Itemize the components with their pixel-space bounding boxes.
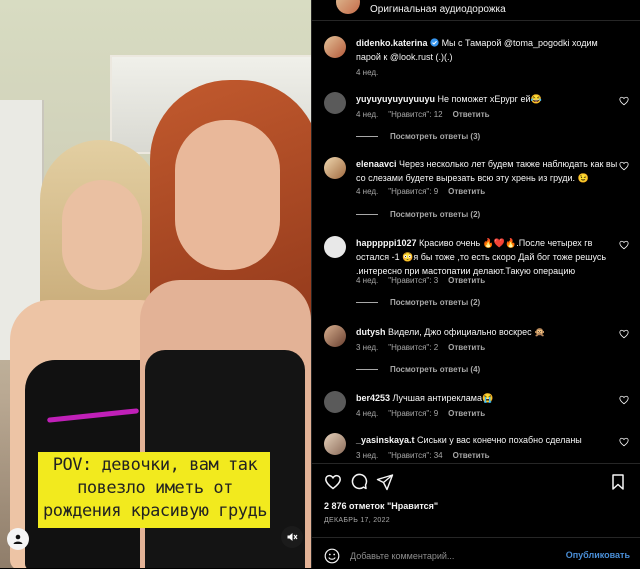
mute-button[interactable] xyxy=(281,526,303,548)
post-time: 4 нед. xyxy=(356,68,379,77)
bookmark-icon[interactable] xyxy=(609,473,627,491)
view-replies-button[interactable]: Посмотреть ответы (2) xyxy=(356,298,480,307)
speaker-muted-icon xyxy=(287,533,298,541)
post-date: ДЕКАБРЬ 17, 2022 xyxy=(324,517,391,524)
avatar[interactable] xyxy=(324,36,346,58)
user-icon xyxy=(13,534,23,544)
comment-time: 3 нед. xyxy=(356,451,379,460)
avatar[interactable] xyxy=(324,157,346,179)
comment-icon[interactable] xyxy=(350,473,368,491)
comment-username[interactable]: yuyuyuyuyuyuuyu xyxy=(356,94,435,104)
comment-time: 4 нед. xyxy=(356,187,379,196)
comment-likes[interactable]: "Нравится": 9 xyxy=(388,409,438,418)
comment-time: 4 нед. xyxy=(356,110,379,119)
video-player[interactable]: POV: девочки, вам так повезло иметь от р… xyxy=(0,0,311,568)
comment-username[interactable]: ber4253 xyxy=(356,393,390,403)
comment-text: Не поможет хЕрург ей😂 xyxy=(435,94,542,104)
comment-username[interactable]: happpppi1027 xyxy=(356,238,417,248)
comment-username[interactable]: dutysh xyxy=(356,327,386,337)
comment-likes[interactable]: "Нравится": 9 xyxy=(388,187,438,196)
comment-text: Сиськи у вас конечно похабно сделаны xyxy=(414,435,582,445)
like-heart-icon[interactable] xyxy=(324,473,342,491)
comment-username[interactable]: _yasinskaya.t xyxy=(356,435,415,445)
tagged-user-button[interactable] xyxy=(7,528,29,550)
verified-badge-icon xyxy=(430,38,439,47)
reply-button[interactable]: Ответить xyxy=(453,110,490,119)
comment-time: 3 нед. xyxy=(356,343,379,352)
heart-icon[interactable] xyxy=(619,437,629,447)
publish-button[interactable]: Опубликовать xyxy=(566,550,630,560)
share-icon[interactable] xyxy=(376,473,394,491)
audio-avatar xyxy=(336,0,360,14)
avatar[interactable] xyxy=(324,325,346,347)
avatar[interactable] xyxy=(324,391,346,413)
reply-button[interactable]: Ответить xyxy=(448,276,485,285)
view-replies-button[interactable]: Посмотреть ответы (3) xyxy=(356,132,480,141)
post-username[interactable]: didenko.katerina xyxy=(356,38,428,48)
heart-icon[interactable] xyxy=(619,161,629,171)
heart-icon[interactable] xyxy=(619,96,629,106)
view-replies-button[interactable]: Посмотреть ответы (4) xyxy=(356,365,480,374)
comment-likes[interactable]: "Нравится": 2 xyxy=(388,343,438,352)
comment-likes[interactable]: "Нравится": 12 xyxy=(388,110,442,119)
instagram-post-viewer: POV: девочки, вам так повезло иметь от р… xyxy=(0,0,640,568)
reply-button[interactable]: Ответить xyxy=(448,343,485,352)
audio-track-row[interactable]: Оригинальная аудиодорожка xyxy=(326,0,636,18)
avatar[interactable] xyxy=(324,92,346,114)
reply-button[interactable]: Ответить xyxy=(448,409,485,418)
comment-input[interactable] xyxy=(348,546,552,566)
video-caption: POV: девочки, вам так повезло иметь от р… xyxy=(43,455,267,521)
emoji-icon[interactable] xyxy=(324,548,340,564)
view-replies-button[interactable]: Посмотреть ответы (2) xyxy=(356,210,480,219)
avatar[interactable] xyxy=(324,433,346,455)
post-action-bar xyxy=(324,473,629,493)
comment-time: 4 нед. xyxy=(356,276,379,285)
comment-likes[interactable]: "Нравится": 3 xyxy=(388,276,438,285)
heart-icon[interactable] xyxy=(619,329,629,339)
comment-time: 4 нед. xyxy=(356,409,379,418)
divider xyxy=(312,20,640,21)
comment-text: Лучшая антиреклама😭 xyxy=(390,393,494,403)
divider xyxy=(312,463,640,464)
comment-likes[interactable]: "Нравится": 34 xyxy=(388,451,442,460)
reply-button[interactable]: Ответить xyxy=(453,451,490,460)
comment-text: Видели, Джо официально воскрес 🙊 xyxy=(385,327,546,337)
comment-username[interactable]: elenaavci xyxy=(356,159,397,169)
comments-panel: Оригинальная аудиодорожка didenko.kateri… xyxy=(311,0,640,568)
likes-count[interactable]: 2 876 отметок "Нравится" xyxy=(324,501,438,511)
reply-button[interactable]: Ответить xyxy=(448,187,485,196)
avatar[interactable] xyxy=(324,236,346,258)
audio-track-label: Оригинальная аудиодорожка xyxy=(370,4,506,15)
heart-icon[interactable] xyxy=(619,240,629,250)
add-comment-bar: Опубликовать xyxy=(312,537,640,569)
heart-icon[interactable] xyxy=(619,395,629,405)
